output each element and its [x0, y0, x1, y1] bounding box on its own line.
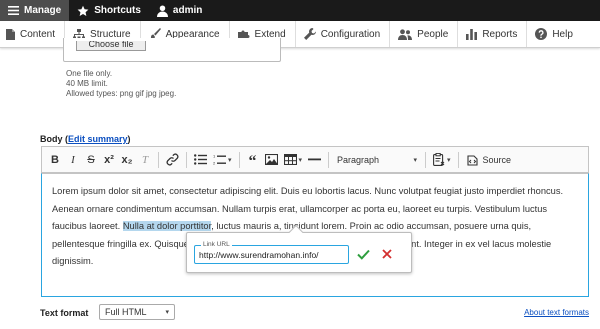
chevron-down-icon: ▾ — [413, 156, 418, 164]
paste-icon — [433, 153, 445, 166]
link-button[interactable] — [163, 150, 182, 170]
file-upload-widget: Choose file — [63, 38, 281, 62]
help-icon — [535, 28, 548, 40]
tray-item-reports[interactable]: Reports — [458, 21, 528, 47]
toolbar-separator — [158, 151, 159, 168]
horizontal-line-button[interactable] — [305, 150, 324, 170]
toolbar-separator — [328, 151, 330, 168]
insert-image-button[interactable] — [262, 150, 281, 170]
checkmark-icon — [356, 249, 370, 260]
source-label: Source — [482, 154, 512, 165]
text-format-select[interactable]: Full HTML ▾ — [99, 304, 175, 320]
chevron-down-icon: ▾ — [228, 156, 232, 164]
tray-label: Reports — [482, 28, 518, 40]
tray-item-people[interactable]: People — [390, 21, 459, 47]
paste-as-plain-text-button[interactable]: ▾ — [430, 150, 454, 170]
chevron-down-icon: ▾ — [298, 156, 303, 164]
horizontal-line-icon — [308, 158, 322, 161]
cancel-link-button[interactable] — [379, 246, 395, 262]
page-icon — [6, 28, 15, 40]
people-icon — [398, 28, 413, 40]
italic-button[interactable]: I — [64, 150, 82, 170]
bar-chart-icon — [466, 28, 478, 40]
manage-label: Manage — [24, 5, 62, 16]
table-icon — [283, 154, 297, 165]
save-link-button[interactable] — [355, 246, 371, 262]
bold-button[interactable]: B — [46, 150, 64, 170]
file-desc-line: Allowed types: png gif jpg jpeg. — [66, 89, 177, 98]
text-format-value: Full HTML — [105, 307, 147, 317]
image-icon — [264, 154, 278, 165]
editor-toolbar: B I S x² x₂ T 12 ▾ “ ▾ Paragraph ▾ ▾ Sou… — [41, 146, 589, 173]
shortcuts-tab[interactable]: Shortcuts — [69, 0, 149, 21]
chevron-down-icon: ▾ — [447, 156, 451, 164]
bulleted-list-button[interactable] — [191, 150, 210, 170]
svg-text:2: 2 — [213, 161, 216, 166]
link-url-label: Link URL — [201, 241, 232, 249]
user-icon — [156, 5, 168, 17]
toolbar-separator — [457, 151, 459, 168]
tray-label: Help — [552, 28, 573, 40]
star-icon — [77, 5, 89, 16]
wrench-icon — [303, 28, 316, 40]
link-form-balloon: Link URL — [186, 224, 412, 273]
toolbar-separator — [238, 151, 240, 168]
file-desc-line: One file only. — [66, 69, 113, 78]
strikethrough-button[interactable]: S — [82, 150, 100, 170]
admin-toolbar: Manage Shortcuts admin — [0, 0, 600, 21]
tray-item-content[interactable]: Content — [0, 21, 66, 47]
insert-table-button[interactable]: ▾ — [281, 150, 306, 170]
source-code-icon — [466, 154, 478, 166]
about-text-formats-link[interactable]: About text formats — [524, 308, 589, 317]
blockquote-button[interactable]: “ — [244, 150, 262, 170]
remove-format-button[interactable]: T — [136, 150, 154, 170]
link-url-field: Link URL — [194, 241, 349, 264]
paren: ) — [127, 134, 131, 144]
link-icon — [166, 153, 179, 166]
source-button[interactable]: Source — [463, 154, 516, 166]
choose-file-button[interactable]: Choose file — [76, 41, 146, 51]
heading-select-value: Paragraph — [337, 154, 380, 165]
edit-summary-link[interactable]: Edit summary — [68, 134, 128, 144]
file-upload-description: One file only. 40 MB limit. Allowed type… — [66, 69, 176, 99]
link-url-input[interactable] — [199, 250, 347, 260]
toolbar-separator — [425, 151, 427, 168]
tray-item-configuration[interactable]: Configuration — [296, 21, 391, 47]
subscript-button[interactable]: x₂ — [118, 150, 136, 170]
tray-label: Configuration — [320, 28, 381, 40]
manage-tab[interactable]: Manage — [0, 0, 70, 21]
tray-label: People — [417, 28, 449, 40]
close-icon — [382, 249, 392, 259]
hamburger-icon — [8, 6, 19, 15]
user-label: admin — [172, 5, 203, 16]
shortcuts-label: Shortcuts — [94, 5, 141, 16]
body-field-label: Body (Edit summary) — [40, 134, 131, 144]
toolbar-separator — [186, 151, 187, 168]
numbered-list-icon: 12 — [213, 154, 226, 165]
file-desc-line: 40 MB limit. — [66, 79, 108, 88]
user-tab[interactable]: admin — [149, 0, 210, 21]
text-format-label: Text format — [40, 308, 89, 318]
svg-text:1: 1 — [213, 154, 216, 159]
tray-item-help[interactable]: Help — [527, 21, 582, 47]
superscript-button[interactable]: x² — [100, 150, 118, 170]
bulleted-list-icon — [194, 154, 207, 165]
tray-label: Content — [20, 28, 56, 40]
heading-select[interactable]: Paragraph ▾ — [333, 150, 421, 170]
body-label-text: Body — [40, 134, 63, 144]
numbered-list-button[interactable]: 12 ▾ — [210, 150, 235, 170]
selected-text: Nulla at dolor porttitor — [122, 221, 212, 231]
chevron-down-icon: ▾ — [165, 309, 169, 316]
